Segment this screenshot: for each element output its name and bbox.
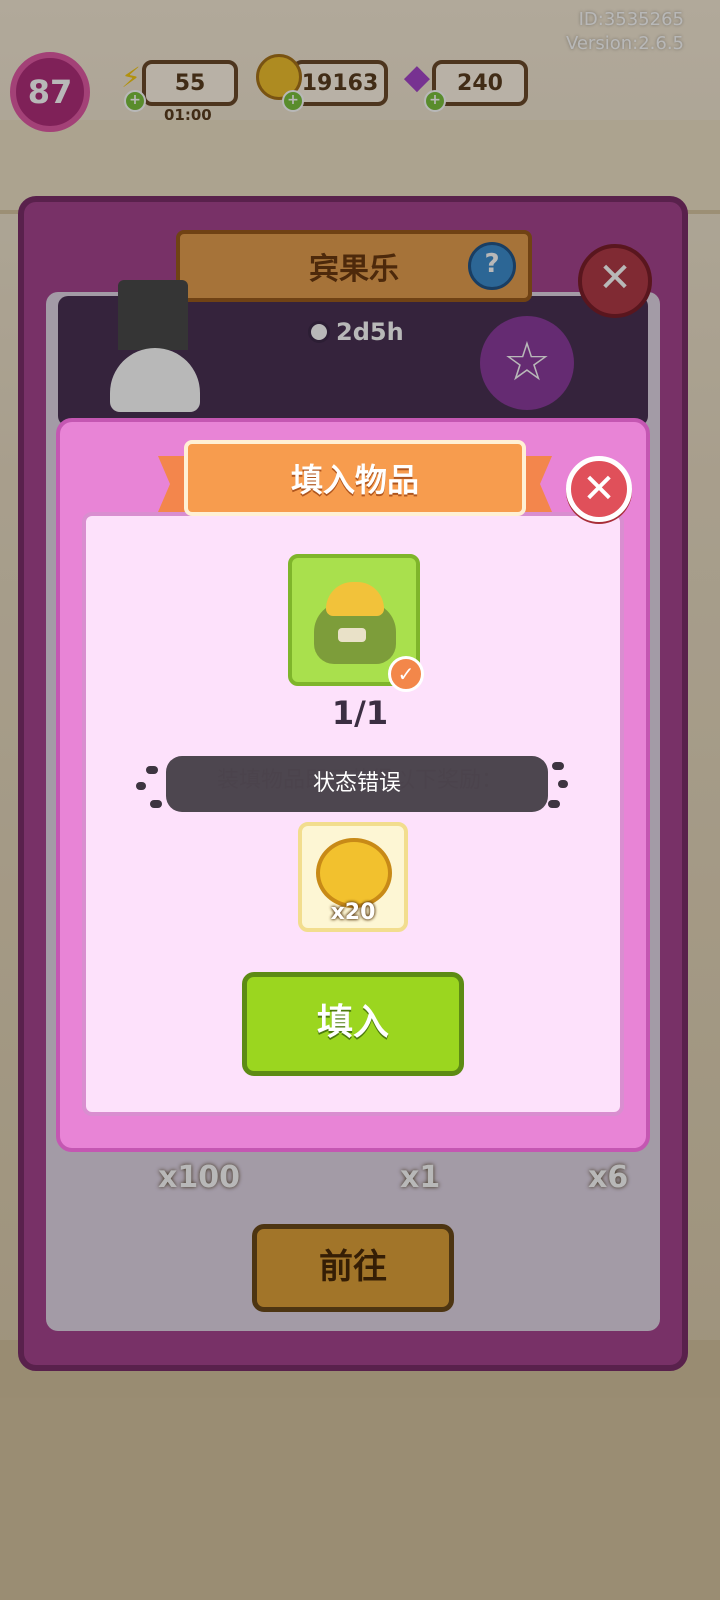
error-toast-message: 状态错误 (312, 771, 401, 796)
toast-deco (136, 782, 146, 790)
fill-button[interactable]: 填入 (242, 972, 464, 1076)
toast-deco (558, 780, 568, 788)
item-progress: 1/1 (331, 694, 389, 732)
fill-item-title-banner: 填入物品 (158, 440, 552, 524)
fill-item-title: 填入物品 (290, 461, 419, 499)
toast-deco (552, 762, 564, 770)
reward-slot: x20 (298, 822, 408, 932)
error-toast: 状态错误 (166, 756, 548, 812)
reward-quantity: x20 (330, 900, 376, 925)
checkmark-icon: ✓ (388, 656, 424, 692)
toast-deco (150, 800, 162, 808)
coin-sack-icon (308, 572, 402, 666)
toast-deco (146, 766, 158, 774)
fill-item-close-button[interactable]: ✕ (566, 456, 632, 522)
fill-button-label: 填入 (316, 1002, 389, 1043)
coin-icon (316, 838, 392, 908)
toast-deco (548, 800, 560, 808)
